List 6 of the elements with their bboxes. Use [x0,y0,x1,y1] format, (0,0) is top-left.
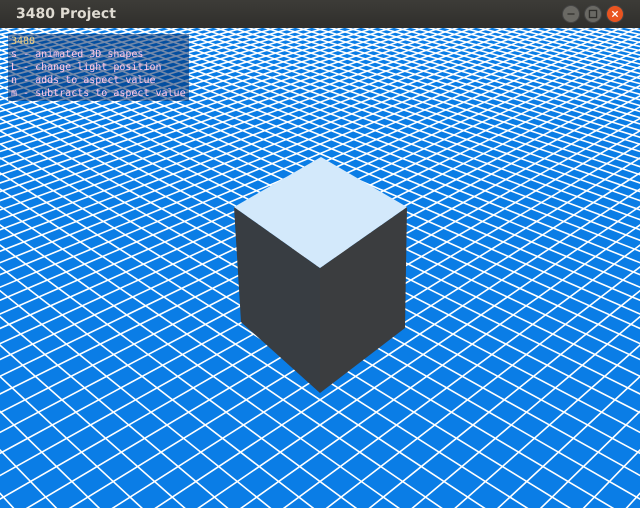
close-icon[interactable] [606,5,624,23]
key-help-text: n - adds to aspect value [11,74,156,87]
key-help-text: s - animated 3D shapes [11,48,144,61]
key-help-text: L - change light position [11,61,162,74]
minimize-icon[interactable] [562,5,580,23]
window-title: 3480 Project [16,4,117,24]
